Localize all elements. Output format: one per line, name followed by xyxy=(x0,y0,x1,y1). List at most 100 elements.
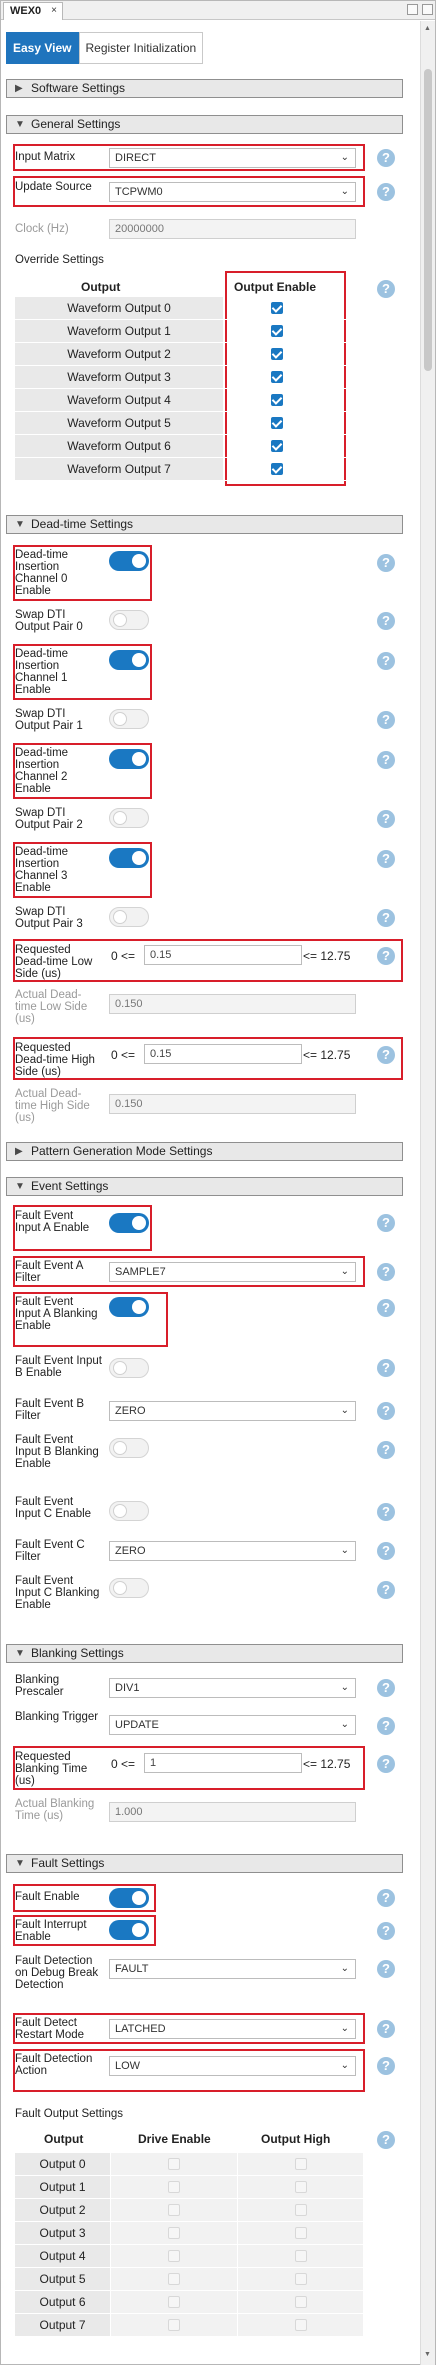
drive-enable-checkbox[interactable] xyxy=(168,2158,180,2170)
section-fault-settings[interactable]: ▼ Fault Settings xyxy=(6,1854,403,1873)
section-pattern-generation[interactable]: ▶ Pattern Generation Mode Settings xyxy=(6,1142,403,1161)
tab-easy-view[interactable]: Easy View xyxy=(6,32,79,64)
dti-channel-0-toggle[interactable] xyxy=(109,551,149,571)
fault-a-filter-select[interactable]: SAMPLE7 ⌄ xyxy=(109,1262,356,1282)
help-icon[interactable]: ? xyxy=(377,1960,395,1978)
drive-enable-checkbox[interactable] xyxy=(168,2181,180,2193)
help-icon[interactable]: ? xyxy=(377,1046,395,1064)
section-event-settings[interactable]: ▼ Event Settings xyxy=(6,1177,403,1196)
help-icon[interactable]: ? xyxy=(377,1441,395,1459)
help-icon[interactable]: ? xyxy=(377,2131,395,2149)
output-high-checkbox[interactable] xyxy=(295,2181,307,2193)
blanking-prescaler-select[interactable]: DIV1 ⌄ xyxy=(109,1678,356,1698)
drive-enable-checkbox[interactable] xyxy=(168,2204,180,2216)
help-icon[interactable]: ? xyxy=(377,1402,395,1420)
maximize-icon[interactable] xyxy=(422,4,433,15)
scrollbar-thumb[interactable] xyxy=(424,69,432,371)
help-icon[interactable]: ? xyxy=(377,711,395,729)
help-icon[interactable]: ? xyxy=(377,1581,395,1599)
fault-b-blanking-toggle[interactable] xyxy=(109,1438,149,1458)
help-icon[interactable]: ? xyxy=(377,1889,395,1907)
fault-b-enable-toggle[interactable] xyxy=(109,1358,149,1378)
tab-wex0[interactable]: WEX0 × xyxy=(3,2,63,20)
update-source-select[interactable]: TCPWM0 ⌄ xyxy=(109,182,356,202)
output-enable-checkbox[interactable] xyxy=(271,417,283,429)
section-software-settings[interactable]: ▶ Software Settings xyxy=(6,79,403,98)
help-icon[interactable]: ? xyxy=(377,1503,395,1521)
help-icon[interactable]: ? xyxy=(377,183,395,201)
drive-enable-checkbox[interactable] xyxy=(168,2319,180,2331)
fault-a-blanking-toggle[interactable] xyxy=(109,1297,149,1317)
swap-dti-pair-3-toggle[interactable] xyxy=(109,907,149,927)
help-icon[interactable]: ? xyxy=(377,2057,395,2075)
detection-action-select[interactable]: LOW ⌄ xyxy=(109,2056,356,2076)
output-high-checkbox[interactable] xyxy=(295,2204,307,2216)
help-icon[interactable]: ? xyxy=(377,810,395,828)
output-high-checkbox[interactable] xyxy=(295,2250,307,2262)
help-icon[interactable]: ? xyxy=(377,1717,395,1735)
drive-enable-checkbox[interactable] xyxy=(168,2296,180,2308)
blanking-trigger-select[interactable]: UPDATE ⌄ xyxy=(109,1715,356,1735)
input-matrix-select[interactable]: DIRECT ⌄ xyxy=(109,148,356,168)
section-blanking-settings[interactable]: ▼ Blanking Settings xyxy=(6,1644,403,1663)
dti-channel-1-toggle[interactable] xyxy=(109,650,149,670)
help-icon[interactable]: ? xyxy=(377,850,395,868)
output-enable-checkbox[interactable] xyxy=(271,394,283,406)
output-enable-checkbox[interactable] xyxy=(271,463,283,475)
fault-interrupt-toggle[interactable] xyxy=(109,1920,149,1940)
output-enable-checkbox[interactable] xyxy=(271,371,283,383)
help-icon[interactable]: ? xyxy=(377,1755,395,1773)
section-general-settings[interactable]: ▼ General Settings xyxy=(6,115,403,134)
help-icon[interactable]: ? xyxy=(377,1299,395,1317)
dti-channel-2-toggle[interactable] xyxy=(109,749,149,769)
blanking-time-input[interactable]: 1 xyxy=(144,1753,302,1773)
fault-enable-toggle[interactable] xyxy=(109,1888,149,1908)
tab-register-initialization[interactable]: Register Initialization xyxy=(78,32,204,64)
help-icon[interactable]: ? xyxy=(377,280,395,298)
fault-c-enable-toggle[interactable] xyxy=(109,1501,149,1521)
fault-b-filter-select[interactable]: ZERO ⌄ xyxy=(109,1401,356,1421)
fault-c-filter-select[interactable]: ZERO ⌄ xyxy=(109,1541,356,1561)
output-high-checkbox[interactable] xyxy=(295,2319,307,2331)
output-enable-checkbox[interactable] xyxy=(271,348,283,360)
help-icon[interactable]: ? xyxy=(377,1922,395,1940)
help-icon[interactable]: ? xyxy=(377,612,395,630)
output-enable-checkbox[interactable] xyxy=(271,440,283,452)
output-high-checkbox[interactable] xyxy=(295,2158,307,2170)
help-icon[interactable]: ? xyxy=(377,554,395,572)
vertical-scrollbar[interactable]: ▲ ▼ xyxy=(420,21,435,2365)
swap-dti-pair-0-toggle[interactable] xyxy=(109,610,149,630)
help-icon[interactable]: ? xyxy=(377,652,395,670)
output-high-checkbox[interactable] xyxy=(295,2296,307,2308)
help-icon[interactable]: ? xyxy=(377,1679,395,1697)
minimize-icon[interactable] xyxy=(407,4,418,15)
output-enable-checkbox[interactable] xyxy=(271,302,283,314)
help-icon[interactable]: ? xyxy=(377,909,395,927)
close-icon[interactable]: × xyxy=(51,5,57,16)
help-icon[interactable]: ? xyxy=(377,2020,395,2038)
restart-mode-select[interactable]: LATCHED ⌄ xyxy=(109,2019,356,2039)
output-high-checkbox[interactable] xyxy=(295,2273,307,2285)
help-icon[interactable]: ? xyxy=(377,1263,395,1281)
output-high-checkbox[interactable] xyxy=(295,2227,307,2239)
fault-debug-select[interactable]: FAULT ⌄ xyxy=(109,1959,356,1979)
help-icon[interactable]: ? xyxy=(377,947,395,965)
swap-dti-pair-1-toggle[interactable] xyxy=(109,709,149,729)
drive-enable-checkbox[interactable] xyxy=(168,2250,180,2262)
output-enable-checkbox[interactable] xyxy=(271,325,283,337)
scroll-up-icon[interactable]: ▲ xyxy=(424,25,431,32)
section-dead-time-settings[interactable]: ▼ Dead-time Settings xyxy=(6,515,403,534)
help-icon[interactable]: ? xyxy=(377,751,395,769)
drive-enable-checkbox[interactable] xyxy=(168,2273,180,2285)
fault-c-blanking-toggle[interactable] xyxy=(109,1578,149,1598)
fault-a-enable-toggle[interactable] xyxy=(109,1213,149,1233)
help-icon[interactable]: ? xyxy=(377,1214,395,1232)
drive-enable-checkbox[interactable] xyxy=(168,2227,180,2239)
swap-dti-pair-2-toggle[interactable] xyxy=(109,808,149,828)
help-icon[interactable]: ? xyxy=(377,149,395,167)
dead-time-low-input[interactable]: 0.15 xyxy=(144,945,302,965)
help-icon[interactable]: ? xyxy=(377,1359,395,1377)
scroll-down-icon[interactable]: ▼ xyxy=(424,2351,431,2358)
help-icon[interactable]: ? xyxy=(377,1542,395,1560)
dead-time-high-input[interactable]: 0.15 xyxy=(144,1044,302,1064)
